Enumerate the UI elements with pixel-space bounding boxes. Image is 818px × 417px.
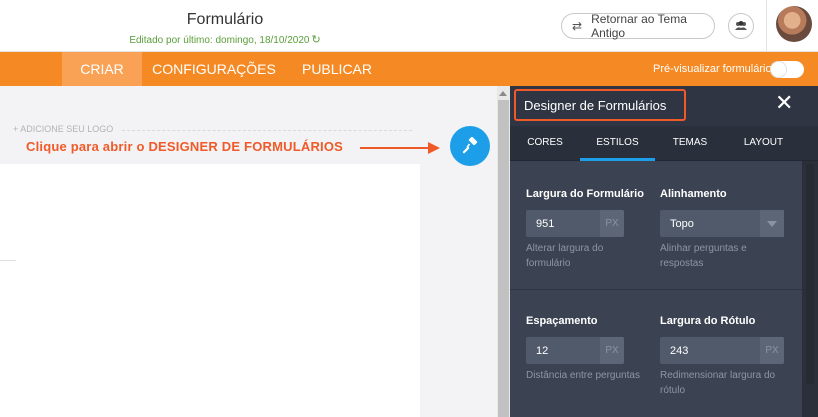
form-title[interactable]: Formulário: [0, 11, 450, 29]
section-divider: [510, 289, 802, 290]
tab-colors[interactable]: CORES: [510, 126, 580, 161]
label-width-value: 243: [670, 345, 689, 357]
form-canvas: + ADICIONE SEU LOGO Clique para abrir o …: [0, 86, 497, 417]
label-width-help: Redimensionar largura do rótulo: [660, 370, 776, 396]
users-button[interactable]: [728, 13, 754, 39]
close-icon[interactable]: ✕: [775, 92, 793, 114]
toggle-knob: [771, 62, 786, 77]
alignment-value: Topo: [670, 218, 694, 230]
spacing-label: Espaçamento: [526, 315, 598, 327]
designer-header: Designer de Formulários ✕: [510, 86, 818, 126]
user-avatar[interactable]: [776, 6, 812, 42]
scroll-up-icon[interactable]: [499, 91, 507, 96]
designer-scrollbar-thumb[interactable]: [806, 164, 814, 384]
top-header: Formulário Editado por último: domingo, …: [0, 0, 818, 52]
old-theme-button-label: Retornar ao Tema Antigo: [591, 12, 687, 40]
form-width-value: 951: [536, 218, 555, 230]
preview-label: Pré-visualizar formulário: [653, 63, 772, 75]
tab-create[interactable]: CRIAR: [62, 52, 142, 86]
chevron-down-icon: [760, 210, 784, 237]
annotation-text: Clique para abrir o DESIGNER DE FORMULÁR…: [26, 139, 344, 154]
old-theme-button[interactable]: ⇄ Retornar ao Tema Antigo: [561, 12, 715, 40]
preview-toggle[interactable]: [770, 61, 804, 78]
paint-roller-icon: [462, 137, 478, 154]
refresh-icon[interactable]: ↻: [311, 33, 320, 46]
label-width-input[interactable]: 243 PX: [660, 337, 784, 364]
tab-publish[interactable]: PUBLICAR: [296, 52, 378, 86]
spacing-value: 12: [536, 345, 549, 357]
tab-themes[interactable]: TEMAS: [655, 126, 725, 161]
form-designer-button[interactable]: [450, 126, 490, 166]
form-width-label: Largura do Formulário: [526, 188, 644, 200]
designer-body: Largura do Formulário 951 PX Alterar lar…: [510, 161, 802, 417]
designer-title: Designer de Formulários: [524, 98, 667, 113]
spacing-input[interactable]: 12 PX: [526, 337, 624, 364]
logo-divider: [122, 130, 412, 131]
alignment-label: Alinhamento: [660, 188, 727, 200]
tab-styles[interactable]: ESTILOS: [580, 126, 655, 161]
main-nav: CRIAR CONFIGURAÇÕES PUBLICAR Pré-visuali…: [0, 52, 818, 86]
annotation-arrow-head: [428, 142, 440, 154]
label-width-unit: PX: [760, 337, 784, 364]
form-designer-panel: Designer de Formulários ✕ CORES ESTILOS …: [510, 86, 818, 417]
add-logo-link[interactable]: + ADICIONE SEU LOGO: [13, 124, 113, 134]
tab-settings[interactable]: CONFIGURAÇÕES: [152, 52, 276, 86]
canvas-scrollbar-thumb[interactable]: [498, 100, 509, 417]
form-width-unit: PX: [600, 210, 624, 237]
spacing-help: Distância entre perguntas: [526, 370, 640, 381]
alignment-select[interactable]: Topo: [660, 210, 784, 237]
spacing-unit: PX: [600, 337, 624, 364]
swap-icon: ⇄: [572, 19, 583, 33]
header-separator: [766, 0, 767, 52]
users-icon: [735, 21, 747, 30]
paper-line: [0, 260, 16, 261]
label-width-label: Largura do Rótulo: [660, 315, 756, 327]
alignment-help: Alinhar perguntas e respostas: [660, 243, 747, 269]
form-width-input[interactable]: 951 PX: [526, 210, 624, 237]
last-edited-label: Editado por último: domingo, 18/10/2020: [129, 35, 310, 46]
tab-layout[interactable]: LAYOUT: [725, 126, 802, 161]
last-edited-text: Editado por último: domingo, 18/10/2020 ↻: [0, 33, 450, 46]
annotation-arrow-line: [360, 147, 432, 149]
designer-tabs: CORES ESTILOS TEMAS LAYOUT: [510, 126, 818, 161]
form-paper: [0, 164, 420, 417]
form-width-help: Alterar largura do formulário: [526, 243, 604, 269]
